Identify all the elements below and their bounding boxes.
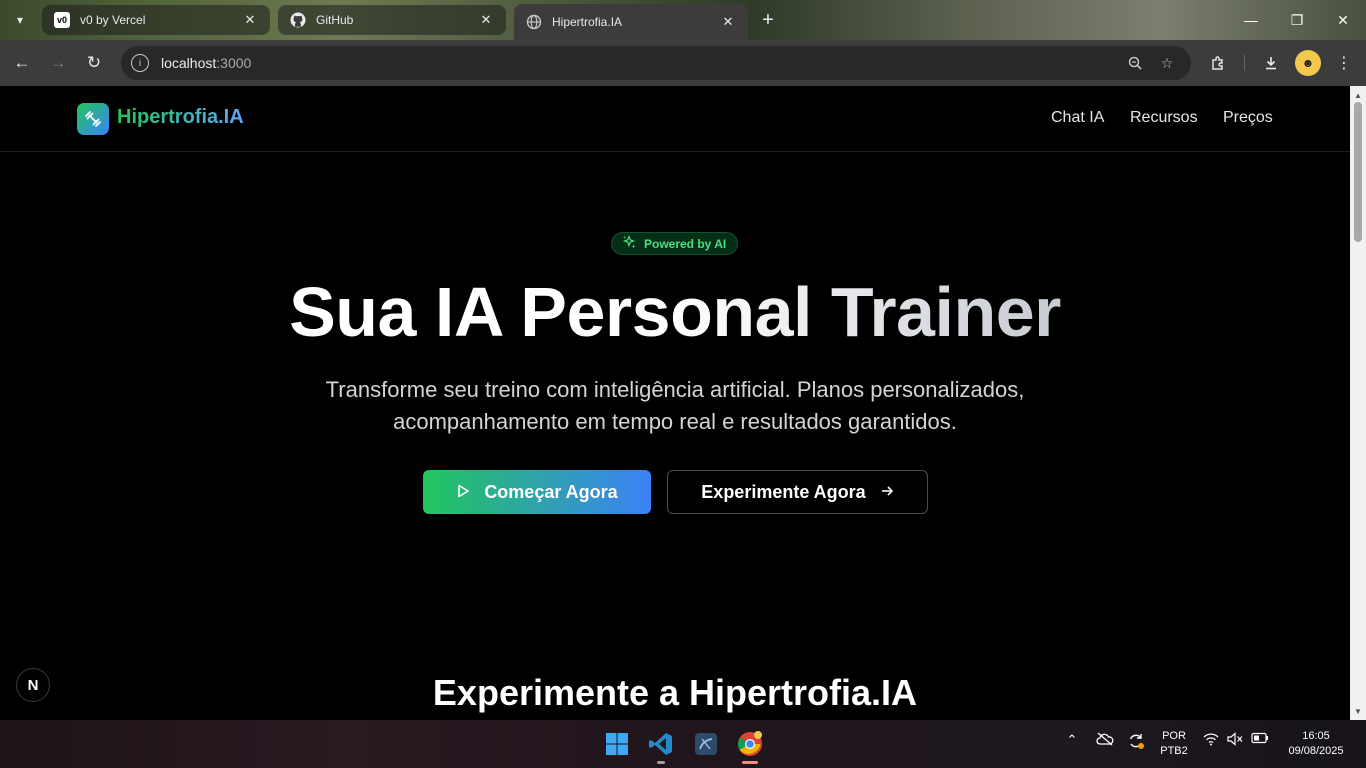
try-now-button[interactable]: Experimente Agora — [667, 470, 928, 514]
tab-v0[interactable]: v0 v0 by Vercel ✕ — [42, 5, 270, 35]
input-language-indicator[interactable]: POR PTB2 — [1155, 729, 1193, 759]
nav-chat-ia[interactable]: Chat IA — [1051, 109, 1104, 127]
zoom-icon[interactable] — [1125, 53, 1145, 73]
start-now-label: Começar Agora — [484, 481, 618, 502]
page-scrollbar[interactable]: ▲ ▼ — [1350, 86, 1366, 720]
play-icon — [456, 482, 470, 503]
arrow-right-icon: → — [49, 53, 67, 72]
hero-title: Sua IA Personal Trainer — [0, 272, 1350, 352]
bookmark-star-icon[interactable]: ☆ — [1157, 53, 1177, 73]
vscode-icon[interactable] — [645, 728, 677, 760]
plus-icon: + — [762, 8, 774, 31]
wifi-icon[interactable] — [1201, 732, 1221, 746]
badge-label: Powered by AI — [644, 236, 727, 251]
chrome-icon[interactable] — [734, 728, 766, 760]
reload-icon: ↻ — [86, 53, 102, 72]
close-icon[interactable]: ✕ — [720, 14, 736, 30]
minimize-button[interactable]: — — [1228, 0, 1274, 40]
close-icon[interactable]: ✕ — [242, 12, 258, 28]
tab-strip: ▾ v0 v0 by Vercel ✕ GitHub ✕ Hipertrofia… — [0, 0, 1366, 40]
forward-button[interactable]: → — [44, 49, 72, 77]
start-now-button[interactable]: Começar Agora — [423, 470, 651, 514]
nav-precos[interactable]: Preços — [1223, 109, 1273, 127]
show-hidden-icons-icon[interactable]: ⌃ — [1062, 732, 1082, 748]
try-now-label: Experimente Agora — [701, 481, 866, 502]
menu-kebab-icon[interactable]: ⋮ — [1330, 49, 1358, 77]
site-info-icon[interactable]: i — [131, 54, 149, 72]
windows-start-icon[interactable] — [601, 728, 633, 760]
tab-title: v0 by Vercel — [80, 13, 146, 27]
tab-title: GitHub — [316, 13, 354, 27]
scroll-down-icon[interactable]: ▼ — [1350, 704, 1366, 718]
vscode-running-indicator — [657, 761, 665, 764]
browser-toolbar: ← → ↻ i localhost:3000 ☆ ⋮ — [0, 40, 1366, 86]
toolbar-divider — [1244, 55, 1245, 71]
chrome-active-indicator — [742, 761, 758, 764]
scroll-up-icon[interactable]: ▲ — [1350, 88, 1366, 102]
section-title: Experimente a Hipertrofia.IA — [432, 672, 918, 713]
close-window-button[interactable]: ✕ — [1320, 0, 1366, 40]
hero-subtitle: Transforme seu treino com inteligência a… — [325, 377, 1025, 434]
dumbbell-logo-icon[interactable] — [77, 103, 109, 135]
chevron-down-icon: ▾ — [16, 13, 24, 27]
tab-title: Hipertrofia.IA — [552, 15, 623, 29]
new-tab-button[interactable]: + — [756, 8, 780, 32]
reload-button[interactable]: ↻ — [80, 49, 108, 77]
keyboard-layout-label: PTB2 — [1160, 745, 1188, 757]
sparkles-icon — [622, 234, 636, 252]
tab-github[interactable]: GitHub ✕ — [278, 5, 506, 35]
close-icon[interactable]: ✕ — [478, 12, 494, 28]
site-header: Hipertrofia.IA Chat IA Recursos Preços — [0, 86, 1350, 152]
url-port: :3000 — [216, 55, 252, 71]
clock[interactable]: 16:05 09/08/2025 — [1278, 729, 1354, 759]
scroll-thumb[interactable] — [1354, 102, 1362, 242]
arrow-right-icon — [880, 482, 894, 503]
back-button[interactable]: ← — [8, 49, 36, 77]
address-bar[interactable]: i localhost:3000 ☆ — [121, 46, 1191, 80]
close-icon: ✕ — [1337, 11, 1349, 28]
windows-taskbar: ⌃ POR PTB2 16:05 09/08/2025 — [0, 720, 1366, 768]
globe-icon — [526, 14, 542, 30]
battery-icon[interactable] — [1250, 732, 1270, 744]
restore-button[interactable]: ❐ — [1274, 0, 1320, 40]
onedrive-offline-icon[interactable] — [1094, 732, 1116, 746]
arrow-left-icon: ← — [13, 53, 31, 72]
powered-by-badge: Powered by AI — [611, 232, 739, 255]
volume-muted-icon[interactable] — [1225, 732, 1245, 746]
tab-hipertrofia[interactable]: Hipertrofia.IA ✕ — [514, 4, 748, 40]
sync-update-icon[interactable] — [1125, 732, 1147, 750]
nav-recursos[interactable]: Recursos — [1130, 109, 1198, 127]
clock-time: 16:05 — [1302, 730, 1330, 742]
url-text: localhost:3000 — [161, 55, 251, 71]
v0-logo-icon: v0 — [54, 12, 70, 28]
tab-search-button[interactable]: ▾ — [6, 8, 34, 32]
github-icon — [290, 12, 306, 28]
avatar-icon: ☻ — [1301, 56, 1315, 70]
clock-date: 09/08/2025 — [1288, 745, 1344, 757]
downloads-icon[interactable] — [1257, 49, 1285, 77]
restore-icon: ❐ — [1290, 11, 1304, 28]
profile-avatar[interactable]: ☻ — [1295, 50, 1321, 76]
language-label: POR — [1162, 730, 1186, 742]
mysql-workbench-icon[interactable] — [690, 728, 722, 760]
minimize-icon: — — [1244, 12, 1258, 28]
web-page: Hipertrofia.IA Chat IA Recursos Preços P… — [0, 86, 1350, 720]
extensions-icon[interactable] — [1204, 49, 1232, 77]
brand-name[interactable]: Hipertrofia.IA — [117, 106, 244, 129]
url-host: localhost — [161, 55, 217, 71]
